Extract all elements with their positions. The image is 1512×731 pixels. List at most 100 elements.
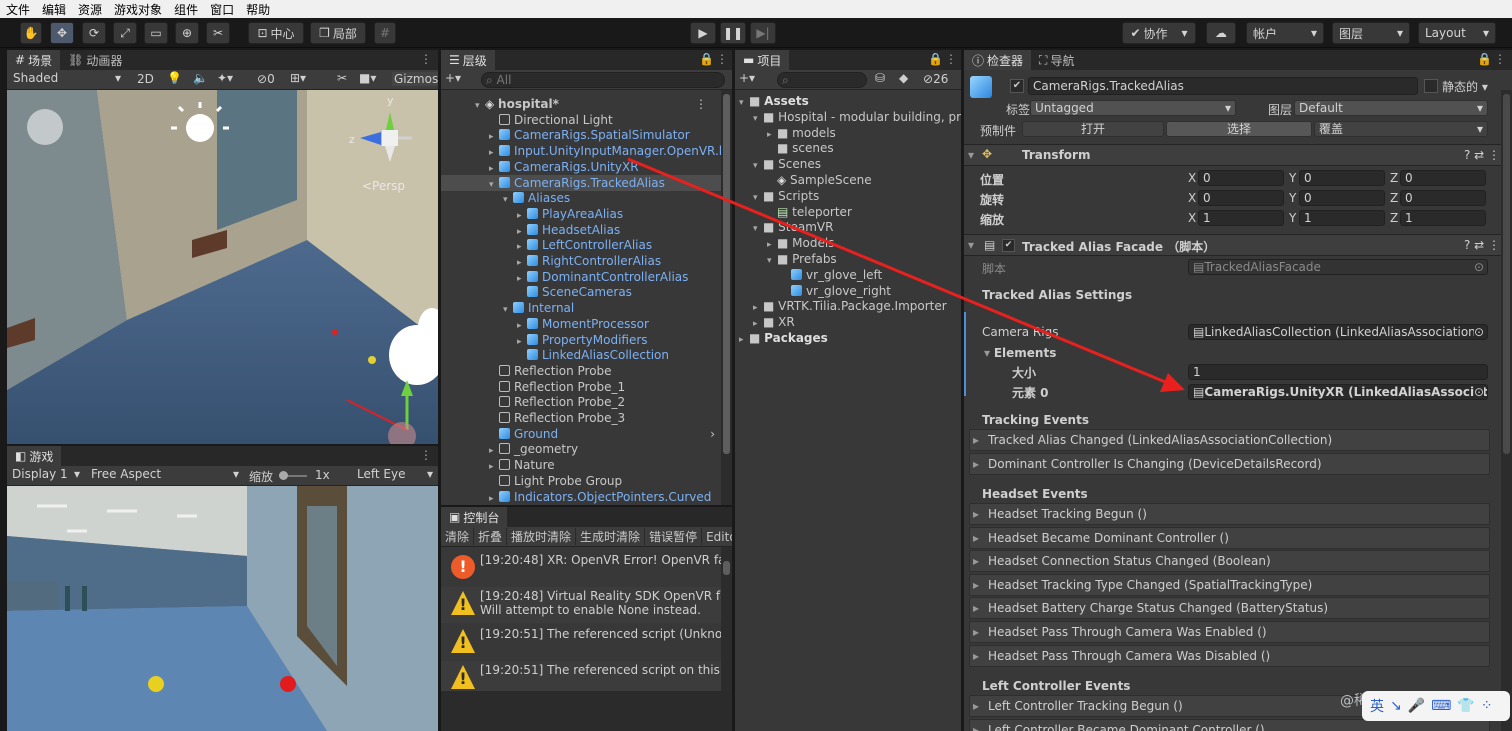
console-toggle-button[interactable]: 清除 [441, 528, 475, 545]
grid-snap-icon[interactable]: # [374, 22, 396, 44]
scene-menu-icon[interactable]: ⋮ [695, 96, 707, 112]
hierarchy-item[interactable]: ▾ CameraRigs.TrackedAlias [441, 174, 721, 191]
fold-icon[interactable]: ▸ [489, 491, 499, 506]
step-button[interactable]: ▶| [750, 22, 776, 44]
skin-icon[interactable]: 👕 [1457, 698, 1474, 714]
effects-icon[interactable]: ✦▾ [217, 71, 233, 85]
transform-x-field[interactable]: 0 [1198, 190, 1284, 206]
console-toggle-button[interactable]: 折叠 [474, 528, 508, 545]
hierarchy-item[interactable]: ▸ DominantControllerAlias [441, 269, 721, 285]
component-menu-icon[interactable]: ? ⇄ ⋮ [1464, 148, 1500, 162]
light-icon[interactable]: 💡 [167, 71, 182, 85]
project-item[interactable]: ▸ ■ Models [735, 235, 961, 251]
hidden-packages-icon[interactable]: ⊘26 [923, 72, 948, 86]
account-dropdown[interactable]: 帐户 ▾ [1246, 22, 1324, 44]
label-icon[interactable]: ◆ [899, 71, 908, 85]
add-icon[interactable]: +▾ [445, 71, 461, 85]
camera-rigs-field[interactable]: ▤LinkedAliasCollection (LinkedAliasAssoc… [1188, 324, 1488, 340]
collab-dropdown[interactable]: ✔ 协作 ▾ [1122, 22, 1196, 44]
console-scrollbar[interactable] [721, 547, 732, 691]
hierarchy-item[interactable]: ▸ LeftControllerAlias [441, 237, 721, 253]
size-field[interactable]: 1 [1188, 364, 1488, 380]
unity-event-foldout[interactable]: Headset Tracking Begun () [969, 503, 1490, 525]
hierarchy-item[interactable]: LinkedAliasCollection [441, 347, 721, 363]
project-item[interactable]: ▾ ■ SteamVR [735, 219, 961, 235]
project-item[interactable]: ■ scenes [735, 140, 961, 156]
aspect-dropdown[interactable]: Free Aspect ▾ [87, 467, 241, 483]
hierarchy-item[interactable]: ▸ PlayAreaAlias [441, 206, 721, 222]
unity-event-foldout[interactable]: Headset Pass Through Camera Was Disabled… [969, 644, 1490, 667]
tab-animator[interactable]: ⛓ 动画器 [60, 50, 130, 70]
menu-grid-icon[interactable]: ⁘ [1481, 698, 1493, 714]
menu-item[interactable]: 窗口 [204, 1, 240, 18]
hierarchy-item[interactable]: ▸ RightControllerAlias [441, 253, 721, 269]
transform-y-field[interactable]: 1 [1299, 210, 1385, 226]
console-message[interactable]: ! [19:20:48] Virtual Reality SDK OpenVR f… [441, 587, 721, 623]
unity-event-foldout[interactable]: Dominant Controller Is Changing (DeviceD… [969, 453, 1490, 475]
hierarchy-item[interactable]: Directional Light [441, 112, 721, 128]
toggle-2d-button[interactable]: 2D [137, 72, 154, 86]
space-toggle[interactable]: ❒ 局部 [310, 22, 366, 44]
project-item[interactable]: ▸ ■ VRTK.Tilia.Package.Importer [735, 298, 961, 314]
transform-tool-icon[interactable]: ⊕ [175, 22, 199, 44]
hierarchy-item[interactable]: ▸Locomotors.Teleporter.Instant [441, 504, 721, 505]
add-icon[interactable]: +▾ [739, 71, 755, 85]
transform-x-field[interactable]: 0 [1198, 170, 1284, 186]
hierarchy-item[interactable]: ▸ Nature [441, 457, 721, 473]
transform-y-field[interactable]: 0 [1299, 190, 1385, 206]
lock-icon[interactable]: 🔒 [1477, 52, 1492, 66]
hierarchy-scrollbar[interactable] [721, 90, 732, 505]
prefab-open-button[interactable]: 打开 [1022, 121, 1164, 137]
project-item[interactable]: ◈ SampleScene [735, 172, 961, 188]
static-checkbox[interactable] [1424, 79, 1438, 93]
hidden-objects-icon[interactable]: ⊘0 [257, 72, 275, 86]
pause-button[interactable]: ❚❚ [720, 22, 746, 44]
unity-event-foldout[interactable]: Headset Tracking Type Changed (SpatialTr… [969, 573, 1490, 596]
gizmos-dropdown[interactable]: Gizmos [392, 72, 438, 86]
component-menu-icon[interactable]: ? ⇄ ⋮ [1464, 238, 1500, 252]
object-picker-icon[interactable]: ⊙ [1473, 325, 1484, 339]
hierarchy-item[interactable]: ▸ MomentProcessor [441, 316, 721, 332]
hierarchy-item[interactable]: ▸ PropertyModifiers [441, 332, 721, 348]
tab-scene[interactable]: # 场景 [7, 50, 61, 70]
shading-mode-dropdown[interactable]: Shaded ▾ [9, 71, 123, 87]
play-button[interactable]: ▶ [690, 22, 716, 44]
hierarchy-item[interactable]: ▾ Internal [441, 300, 721, 316]
more-icon[interactable]: ⋮ [1494, 52, 1506, 66]
tab-navigation[interactable]: ⛶ 导航 [1031, 50, 1082, 70]
hierarchy-item[interactable]: Reflection Probe_3 [441, 410, 721, 426]
menu-item[interactable]: 资源 [72, 1, 108, 18]
unity-event-foldout[interactable]: Headset Battery Charge Status Changed (B… [969, 597, 1490, 620]
scale-tool-icon[interactable]: ⤢ [113, 22, 137, 44]
tab-project[interactable]: ▬ 项目 [735, 50, 790, 70]
tools-icon[interactable]: ✂ [337, 71, 347, 85]
object-picker-icon[interactable]: ⊙ [1473, 385, 1484, 399]
hierarchy-item[interactable]: ▸ HeadsetAlias [441, 222, 721, 238]
project-item[interactable]: ▾ ■ Prefabs [735, 251, 961, 267]
custom-tool-icon[interactable]: ✂ [206, 22, 230, 44]
rotate-tool-icon[interactable]: ⟳ [82, 22, 106, 44]
hierarchy-item[interactable]: Ground › [441, 426, 721, 442]
project-item[interactable]: ▾ ■ Scripts [735, 188, 961, 204]
project-item[interactable]: ▸ ■ XR [735, 314, 961, 330]
grid-icon[interactable]: ⊞▾ [290, 71, 306, 85]
prefab-select-button[interactable]: 选择 [1166, 121, 1312, 137]
persp-label[interactable]: <Persp [362, 179, 405, 193]
menu-item[interactable]: 游戏对象 [108, 1, 168, 18]
object-picker-icon[interactable]: ⊙ [1474, 260, 1484, 274]
rect-tool-icon[interactable]: ▭ [144, 22, 168, 44]
tab-hierarchy[interactable]: ☰ 层级 [441, 50, 495, 70]
hierarchy-search[interactable]: ⌕ All [481, 72, 725, 88]
hierarchy-item[interactable]: Reflection Probe_2 [441, 394, 721, 410]
tab-inspector[interactable]: ⓘ 检查器 [964, 50, 1032, 70]
layers-dropdown[interactable]: 图层 ▾ [1332, 22, 1410, 44]
menu-item[interactable]: 编辑 [36, 1, 72, 18]
hierarchy-item[interactable]: ▸ Indicators.ObjectPointers.Curved [441, 489, 721, 505]
console-message[interactable]: ! [19:20:51] The referenced script (Unkno… [441, 625, 721, 661]
tab-game[interactable]: ◧ 游戏 [7, 446, 62, 466]
hierarchy-item[interactable]: ▸ _geometry [441, 441, 721, 457]
more-icon[interactable]: ⋮ [420, 52, 432, 66]
hierarchy-item[interactable]: Reflection Probe [441, 363, 721, 379]
active-checkbox[interactable]: ✔ [1010, 79, 1024, 93]
project-item[interactable]: vr_glove_right [735, 283, 961, 299]
